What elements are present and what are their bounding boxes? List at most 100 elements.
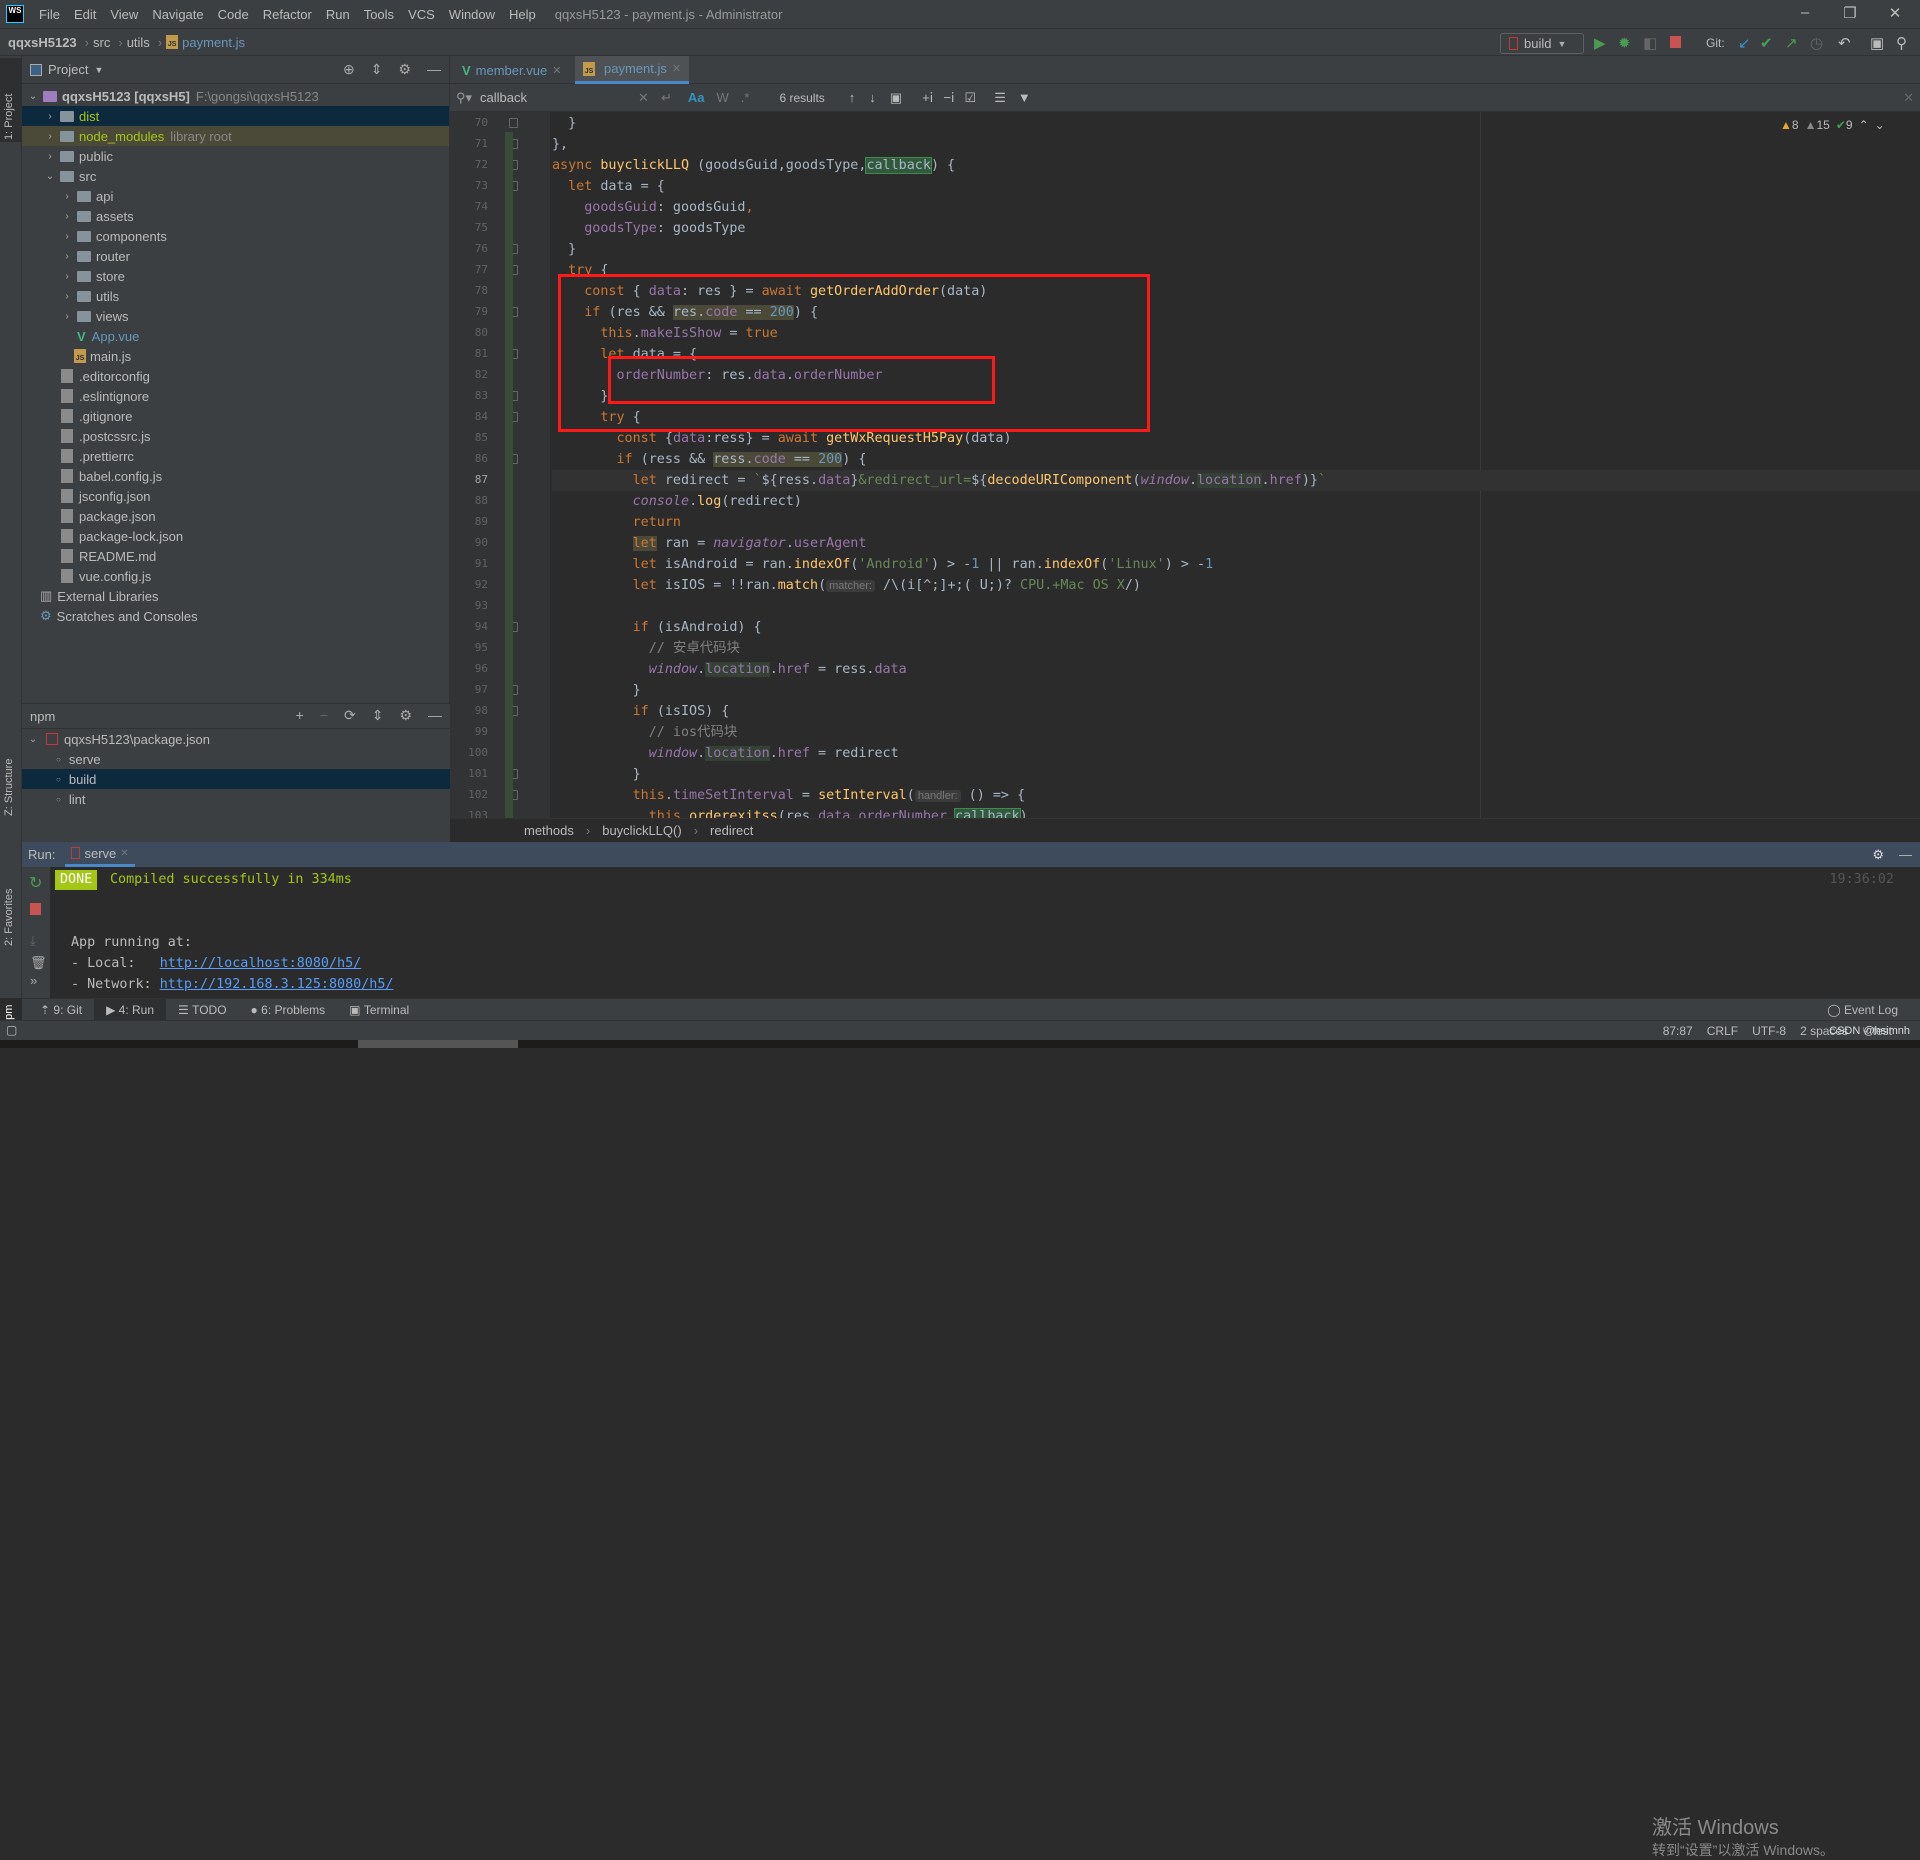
- code-line[interactable]: this.timeSetInterval = setInterval(handl…: [552, 785, 1920, 806]
- chevron-right-icon[interactable]: ›: [43, 131, 57, 142]
- tree-item[interactable]: jsconfig.json: [22, 486, 449, 506]
- tree-item[interactable]: › components: [22, 226, 449, 246]
- chevron-right-icon[interactable]: ›: [60, 271, 74, 282]
- tree-item[interactable]: › public: [22, 146, 449, 166]
- npm-package[interactable]: ⌄ qqxsH5123\package.json: [22, 729, 450, 749]
- tool-window-run[interactable]: ▶ 4: Run: [94, 998, 166, 1021]
- menu-view[interactable]: View: [103, 7, 145, 22]
- tool-window-git[interactable]: ⇡ 9: Git: [28, 999, 94, 1021]
- code-line[interactable]: if (isAndroid) {: [552, 617, 1920, 638]
- tree-item[interactable]: .eslintignore: [22, 386, 449, 406]
- select-all-icon[interactable]: ☑: [965, 90, 977, 106]
- collapse-all-icon[interactable]: ⇕: [371, 61, 383, 78]
- regex-toggle[interactable]: .*: [741, 90, 750, 105]
- code-line[interactable]: window.location.href = redirect: [552, 743, 1920, 764]
- tree-item[interactable]: › node_modules library root: [22, 126, 449, 146]
- code-line[interactable]: // ios代码块: [552, 722, 1920, 743]
- tree-item[interactable]: .postcssrc.js: [22, 426, 449, 446]
- menu-edit[interactable]: Edit: [67, 7, 103, 22]
- menu-file[interactable]: File: [32, 7, 67, 22]
- code-line[interactable]: if (isIOS) {: [552, 701, 1920, 722]
- git-push-icon[interactable]: ↗: [1785, 34, 1798, 52]
- code-line[interactable]: this.orderexitss(res.data.orderNumber,ca…: [552, 806, 1920, 818]
- rollback-icon[interactable]: ↶: [1838, 34, 1851, 52]
- tree-item[interactable]: › api: [22, 186, 449, 206]
- tool-window-todo[interactable]: ☰ TODO: [166, 999, 239, 1021]
- tree-item[interactable]: README.md: [22, 546, 449, 566]
- project-view-select[interactable]: Project: [48, 62, 88, 77]
- git-commit-icon[interactable]: ✔: [1760, 34, 1773, 52]
- crumb-function[interactable]: buyclickLLQ(): [602, 823, 681, 838]
- menu-navigate[interactable]: Navigate: [145, 7, 210, 22]
- crumb-src[interactable]: src: [93, 35, 110, 50]
- code-line[interactable]: }: [552, 239, 1920, 260]
- local-url-link[interactable]: http://localhost:8080/h5/: [160, 956, 362, 971]
- next-highlight-icon[interactable]: ⌄: [1875, 118, 1885, 132]
- tree-item[interactable]: JS main.js: [22, 346, 449, 366]
- refresh-icon[interactable]: ⟳: [344, 707, 356, 724]
- crumb-variable[interactable]: redirect: [710, 823, 753, 838]
- history-icon[interactable]: ◷: [1810, 34, 1823, 52]
- menu-refactor[interactable]: Refactor: [256, 7, 319, 22]
- remove-selection-icon[interactable]: −ⅰ: [943, 90, 954, 106]
- gear-icon[interactable]: ⚙: [398, 61, 411, 78]
- select-all-occurrences-icon[interactable]: ▣: [890, 90, 902, 106]
- filter-options-icon[interactable]: ☰: [994, 90, 1006, 106]
- caret-position[interactable]: 87:87: [1663, 1024, 1693, 1038]
- match-case-toggle[interactable]: Aa: [688, 90, 705, 105]
- code-line[interactable]: },: [552, 134, 1920, 155]
- chevron-down-icon[interactable]: ⌄: [26, 91, 40, 102]
- tree-item[interactable]: .prettierrc: [22, 446, 449, 466]
- debug-icon[interactable]: ✹: [1618, 34, 1631, 52]
- npm-script-build[interactable]: ○ build: [22, 769, 450, 789]
- favorites-tool-button[interactable]: 2: Favorites: [3, 889, 15, 946]
- typo-count[interactable]: ✔9: [1836, 118, 1853, 132]
- code-line[interactable]: if (ress && ress.code == 200) {: [552, 449, 1920, 470]
- code-line[interactable]: console.log(redirect): [552, 491, 1920, 512]
- tree-item[interactable]: .gitignore: [22, 406, 449, 426]
- code-line[interactable]: }: [552, 113, 1920, 134]
- project-structure-icon[interactable]: ▣: [1870, 34, 1884, 52]
- gear-icon[interactable]: ⚙: [1872, 847, 1884, 863]
- coverage-icon[interactable]: ◧: [1643, 34, 1657, 52]
- tree-item[interactable]: › views: [22, 306, 449, 326]
- collapse-all-icon[interactable]: ⇕: [372, 707, 384, 724]
- code-line[interactable]: // 安卓代码块: [552, 638, 1920, 659]
- rerun-icon[interactable]: ↻: [29, 873, 50, 893]
- code-line[interactable]: let redirect = `${ress.data}&redirect_ur…: [552, 470, 1920, 491]
- hide-icon[interactable]: —: [428, 707, 442, 724]
- code-line[interactable]: let isIOS = !!ran.match(matcher: /\(i[^;…: [552, 575, 1920, 596]
- crumb-project[interactable]: qqxsH5123: [8, 35, 77, 50]
- add-selection-icon[interactable]: +ⅰ: [922, 90, 933, 106]
- menu-help[interactable]: Help: [502, 7, 543, 22]
- search-everywhere-icon[interactable]: ⚲: [1896, 34, 1907, 52]
- search-input[interactable]: [480, 90, 631, 105]
- menu-run[interactable]: Run: [319, 7, 357, 22]
- file-encoding[interactable]: UTF-8: [1752, 1024, 1786, 1038]
- chevron-right-icon[interactable]: ›: [60, 311, 74, 322]
- code-line[interactable]: goodsType: goodsType: [552, 218, 1920, 239]
- tree-item[interactable]: › store: [22, 266, 449, 286]
- close-icon[interactable]: ✕: [120, 848, 128, 859]
- tree-item[interactable]: ⚙ Scratches and Consoles: [22, 606, 449, 626]
- menu-tools[interactable]: Tools: [357, 7, 401, 22]
- code-editor[interactable]: }}, async buyclickLLQ (goodsGuid,goodsTyp…: [552, 113, 1920, 818]
- chevron-down-icon[interactable]: ⌄: [43, 171, 57, 182]
- stop-icon[interactable]: [30, 903, 41, 915]
- menu-code[interactable]: Code: [211, 7, 256, 22]
- chevron-right-icon[interactable]: ›: [60, 291, 74, 302]
- tree-item[interactable]: ⌄ qqxsH5123 [qqxsH5] F:\gongsi\qqxsH5123: [22, 86, 449, 106]
- tree-item[interactable]: .editorconfig: [22, 366, 449, 386]
- stop-icon[interactable]: [1670, 36, 1681, 48]
- crumb-utils[interactable]: utils: [127, 35, 150, 50]
- tree-item[interactable]: package.json: [22, 506, 449, 526]
- run-config-select[interactable]: build ▼: [1500, 33, 1584, 54]
- trash-icon[interactable]: 🗑: [30, 955, 50, 971]
- previous-highlight-icon[interactable]: ⌃: [1859, 118, 1869, 132]
- tree-item[interactable]: package-lock.json: [22, 526, 449, 546]
- add-icon[interactable]: +: [296, 707, 304, 724]
- tree-item[interactable]: V App.vue: [22, 326, 449, 346]
- toggle-tool-windows-icon[interactable]: ▢: [6, 1023, 17, 1037]
- gear-icon[interactable]: ⚙: [399, 707, 412, 724]
- structure-tool-button[interactable]: Z: Structure: [3, 759, 15, 816]
